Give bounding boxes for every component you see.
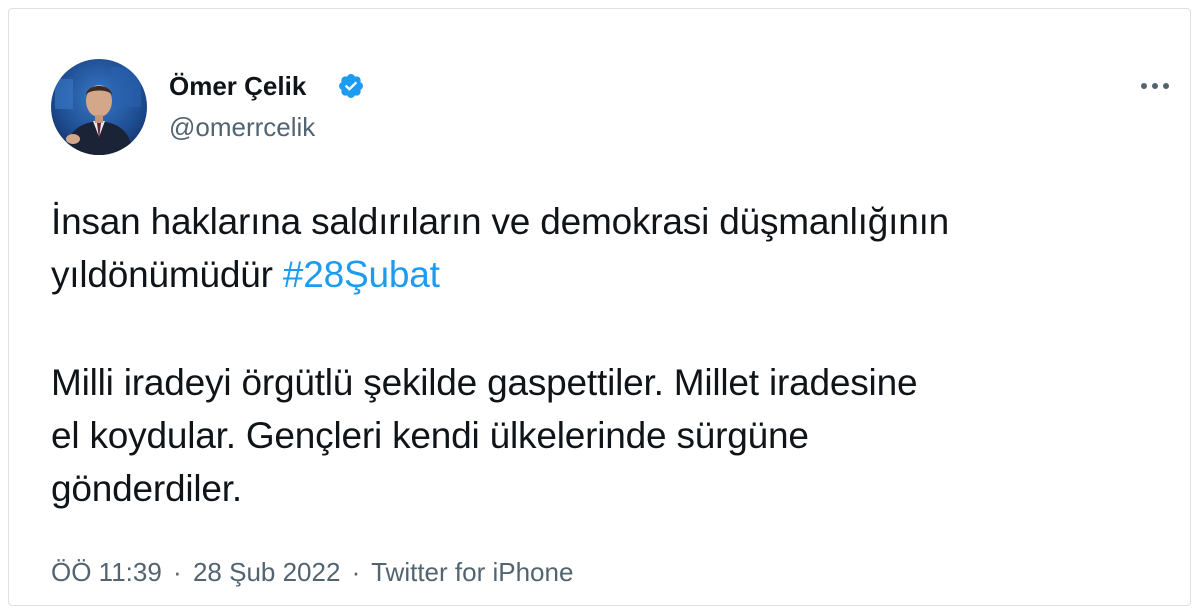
verified-badge-icon bbox=[339, 74, 363, 98]
avatar-photo bbox=[51, 59, 147, 155]
tweet-card: Ömer Çelik @omerrcelik İnsan haklarına s… bbox=[8, 8, 1191, 606]
avatar[interactable] bbox=[51, 59, 147, 155]
author-display-name[interactable]: Ömer Çelik bbox=[169, 69, 306, 103]
tweet-line: Milli iradeyi örgütlü şekilde gaspettile… bbox=[51, 362, 918, 403]
meta-separator: · bbox=[173, 557, 182, 587]
tweet-time[interactable]: ÖÖ 11:39 bbox=[51, 557, 162, 587]
meta-separator: · bbox=[351, 557, 361, 587]
author-handle[interactable]: @omerrcelik bbox=[169, 110, 315, 144]
tweet-metadata: ÖÖ 11:39 · 28 Şub 2022 · Twitter for iPh… bbox=[51, 555, 573, 589]
tweet-source[interactable]: Twitter for iPhone bbox=[371, 557, 573, 587]
tweet-line: gönderdiler. bbox=[51, 468, 242, 509]
tweet-line: İnsan haklarına saldırıların ve demokras… bbox=[51, 201, 950, 242]
tweet-line: yıldönümüdür #28Şubat bbox=[51, 248, 1171, 301]
tweet-date[interactable]: 28 Şub 2022 bbox=[193, 557, 340, 587]
tweet-text: İnsan haklarına saldırıların ve demokras… bbox=[51, 195, 1171, 515]
tweet-line: el koydular. Gençleri kendi ülkelerinde … bbox=[51, 415, 809, 456]
tweet-line-text: yıldönümüdür bbox=[51, 254, 283, 295]
hashtag-link[interactable]: #28Şubat bbox=[283, 254, 440, 295]
more-options-icon[interactable] bbox=[1135, 71, 1175, 101]
